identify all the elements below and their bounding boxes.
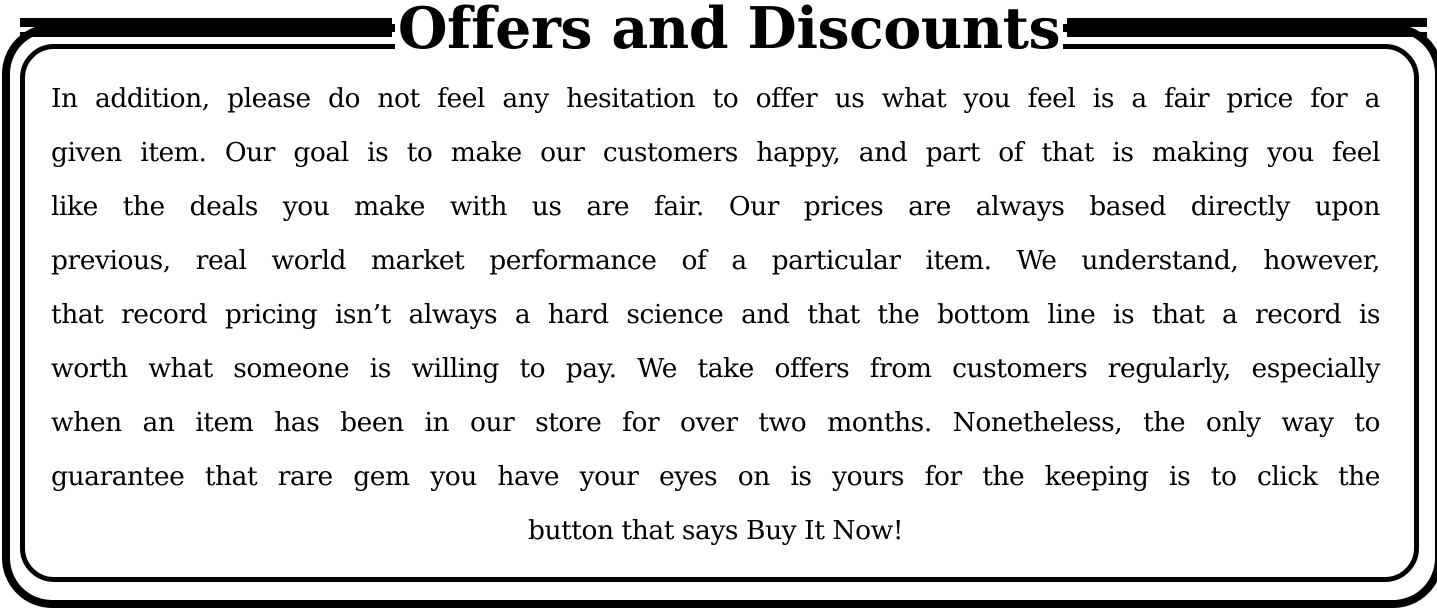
text-line: previous, real world market performance … <box>51 245 1380 276</box>
text-line: that record pricing isn’t always a hard … <box>51 299 1380 330</box>
text-line: given item. Our goal is to make our cust… <box>51 137 1380 168</box>
text-line: worth what someone is willing to pay. We… <box>51 353 1380 384</box>
text-line: In addition, please do not feel any hesi… <box>51 83 1380 114</box>
offer-description: In addition, please do not feel any hesi… <box>51 72 1380 562</box>
title-rule-right <box>1067 18 1427 37</box>
page-title: Offers and Discounts <box>397 0 1061 62</box>
title-rule-left <box>20 18 392 37</box>
text-line: guarantee that rare gem you have your ey… <box>51 461 1380 492</box>
text-line: when an item has been in our store for o… <box>51 407 1380 438</box>
text-line: like the deals you make with us are fair… <box>51 191 1380 222</box>
text-line: button that says Buy It Now! <box>527 515 904 546</box>
